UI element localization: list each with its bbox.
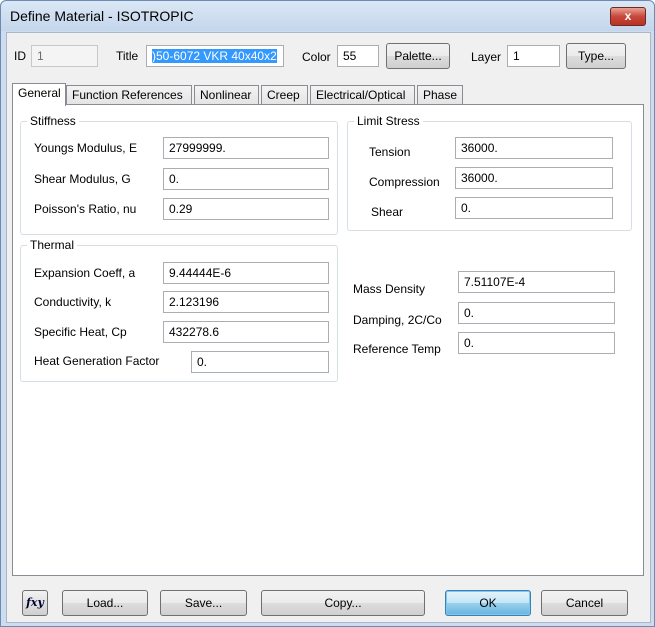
limit-stress-group: Limit Stress Tension 36000. Compression … xyxy=(347,114,632,231)
expansion-coeff-label: Expansion Coeff, a xyxy=(34,266,136,280)
heat-generation-label: Heat Generation Factor xyxy=(34,354,160,368)
layer-label: Layer xyxy=(471,50,502,64)
copy-button[interactable]: Copy... xyxy=(261,590,425,616)
tab-creep[interactable]: Creep xyxy=(261,85,308,105)
limit-stress-group-title: Limit Stress xyxy=(354,114,423,128)
damping-field[interactable]: 0. xyxy=(458,302,615,324)
conductivity-field[interactable]: 2.123196 xyxy=(163,291,329,313)
load-button[interactable]: Load... xyxy=(62,590,148,616)
type-button[interactable]: Type... xyxy=(566,43,626,69)
tension-field[interactable]: 36000. xyxy=(455,137,613,159)
tension-label: Tension xyxy=(369,145,411,159)
compression-label: Compression xyxy=(369,175,440,189)
close-icon[interactable]: x xyxy=(610,7,646,26)
thermal-group-title: Thermal xyxy=(27,238,78,252)
expansion-coeff-field[interactable]: 9.44444E-6 xyxy=(163,262,329,284)
general-tab-panel: Stiffness Youngs Modulus, E 27999999. Sh… xyxy=(12,104,644,576)
stiffness-group: Stiffness Youngs Modulus, E 27999999. Sh… xyxy=(20,114,338,235)
reference-temp-label: Reference Temp xyxy=(353,342,441,356)
youngs-modulus-label: Youngs Modulus, E xyxy=(34,141,137,155)
layer-field[interactable]: 1 xyxy=(507,45,560,67)
tab-general[interactable]: General xyxy=(12,83,66,106)
title-label: Title xyxy=(116,49,139,63)
poissons-ratio-label: Poisson's Ratio, nu xyxy=(34,202,137,216)
id-label: ID xyxy=(14,49,26,63)
thermal-group: Thermal Expansion Coeff, a 9.44444E-6 Co… xyxy=(20,238,338,382)
title-field[interactable]: )50-6072 VKR 40x40x2 xyxy=(146,45,284,67)
reference-temp-field[interactable]: 0. xyxy=(458,332,615,354)
limit-shear-label: Shear xyxy=(371,205,404,219)
save-button[interactable]: Save... xyxy=(160,590,247,616)
function-xy-icon[interactable]: fxy xyxy=(22,590,48,616)
title-bar: Define Material - ISOTROPIC x xyxy=(1,1,654,31)
specific-heat-field[interactable]: 432278.6 xyxy=(163,321,329,343)
ok-button[interactable]: OK xyxy=(445,590,531,616)
limit-shear-field[interactable]: 0. xyxy=(455,197,613,219)
stiffness-group-title: Stiffness xyxy=(27,114,79,128)
id-field[interactable]: 1 xyxy=(31,45,98,67)
mass-density-field[interactable]: 7.51107E-4 xyxy=(458,271,615,293)
youngs-modulus-field[interactable]: 27999999. xyxy=(163,137,329,159)
window-title: Define Material - ISOTROPIC xyxy=(10,8,194,24)
mass-density-label: Mass Density xyxy=(353,282,426,296)
tab-electrical-optical[interactable]: Electrical/Optical xyxy=(310,85,415,105)
specific-heat-label: Specific Heat, Cp xyxy=(34,325,127,339)
heat-generation-field[interactable]: 0. xyxy=(191,351,329,373)
damping-label: Damping, 2C/Co xyxy=(353,313,442,327)
shear-modulus-field[interactable]: 0. xyxy=(163,168,329,190)
palette-button[interactable]: Palette... xyxy=(386,43,450,69)
title-field-text: )50-6072 VKR 40x40x2 xyxy=(152,49,277,63)
tab-phase[interactable]: Phase xyxy=(417,85,463,105)
shear-modulus-label: Shear Modulus, G xyxy=(34,172,131,186)
conductivity-label: Conductivity, k xyxy=(34,295,112,309)
poissons-ratio-field[interactable]: 0.29 xyxy=(163,198,329,220)
color-field[interactable]: 55 xyxy=(337,45,379,67)
color-label: Color xyxy=(302,50,331,64)
tab-nonlinear[interactable]: Nonlinear xyxy=(194,85,259,105)
tab-function-references[interactable]: Function References xyxy=(66,85,192,105)
cancel-button[interactable]: Cancel xyxy=(541,590,628,616)
compression-field[interactable]: 36000. xyxy=(455,167,613,189)
